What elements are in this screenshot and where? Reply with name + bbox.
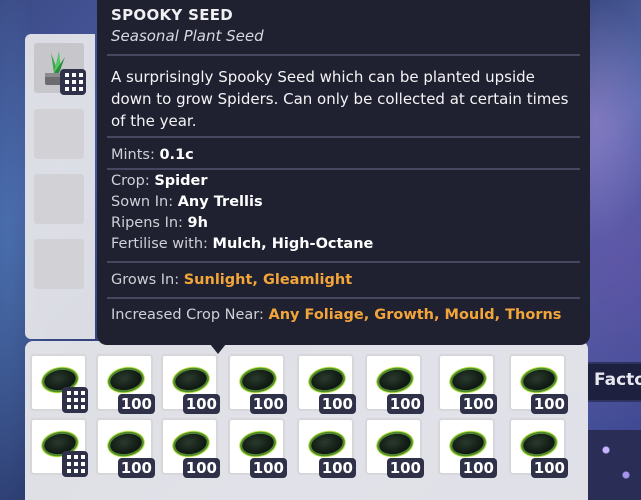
stack-count: 100 — [530, 458, 568, 478]
fertilise-label: Fertilise with: — [111, 236, 208, 252]
spooky-seed-icon — [521, 367, 557, 393]
stack-count: 100 — [182, 394, 220, 414]
grid-icon[interactable] — [62, 387, 88, 413]
tooltip-description: A surprisingly Spooky Seed which can be … — [111, 68, 569, 130]
side-slot-column — [25, 34, 95, 339]
side-slot-empty[interactable] — [34, 109, 84, 159]
side-slot-plant[interactable] — [34, 43, 86, 95]
crop-value: Spider — [154, 173, 208, 189]
spooky-seed-icon — [309, 367, 345, 393]
factory-sign: Facto — [586, 362, 641, 402]
divider — [107, 297, 580, 299]
stack-count: 100 — [249, 394, 287, 414]
increased-crop-value: Any Foliage, Growth, Mould, Thorns — [268, 307, 562, 323]
spooky-seed-icon — [450, 431, 486, 457]
inventory-slot[interactable]: 100 — [228, 418, 287, 478]
grows-row: Grows In: Sunlight, Gleamlight — [111, 272, 352, 288]
background-decoration — [586, 430, 641, 500]
stack-count: 100 — [386, 394, 424, 414]
inventory-slot[interactable]: 100 — [161, 354, 220, 414]
divider — [107, 261, 580, 263]
ripens-row: Ripens In: 9h — [111, 215, 208, 231]
inventory-slot[interactable] — [30, 354, 88, 413]
spooky-seed-icon — [108, 367, 144, 393]
inventory-slot[interactable]: 100 — [96, 418, 155, 478]
side-slot-empty[interactable] — [34, 174, 84, 224]
inventory-panel: 100 100 100 100 100 100 100 100 100 100 … — [25, 341, 588, 500]
sown-row: Sown In: Any Trellis — [111, 194, 263, 210]
divider — [107, 136, 580, 138]
ripens-label: Ripens In: — [111, 215, 183, 231]
increased-crop-label: Increased Crop Near: — [111, 307, 264, 323]
stack-count: 100 — [117, 394, 155, 414]
grid-icon[interactable] — [60, 69, 86, 95]
spooky-seed-icon — [108, 431, 144, 457]
item-tooltip: SPOOKY SEED Seasonal Plant Seed A surpri… — [97, 0, 590, 354]
inventory-slot[interactable]: 100 — [96, 354, 155, 414]
stack-count: 100 — [117, 458, 155, 478]
divider — [107, 54, 580, 56]
tooltip-arrow — [210, 344, 226, 354]
tooltip-title: SPOOKY SEED — [111, 6, 234, 24]
inventory-slot[interactable]: 100 — [509, 418, 568, 478]
inventory-slot[interactable]: 100 — [438, 418, 497, 478]
stack-count: 100 — [182, 458, 220, 478]
ripens-value: 9h — [187, 215, 208, 231]
spooky-seed-icon — [377, 431, 413, 457]
stack-count: 100 — [459, 394, 497, 414]
crop-row: Crop: Spider — [111, 173, 208, 189]
inventory-slot[interactable]: 100 — [161, 418, 220, 478]
inventory-slot[interactable]: 100 — [365, 418, 424, 478]
spooky-seed-icon — [377, 367, 413, 393]
crop-label: Crop: — [111, 173, 150, 189]
spooky-seed-icon — [173, 431, 209, 457]
inventory-slot[interactable]: 100 — [438, 354, 497, 414]
spooky-seed-icon — [240, 367, 276, 393]
mints-label: Mints: — [111, 147, 155, 163]
divider — [107, 168, 580, 170]
fertilise-value: Mulch, High-Octane — [212, 236, 374, 252]
mints-row: Mints: 0.1c — [111, 147, 194, 163]
mints-value: 0.1c — [159, 147, 194, 163]
spooky-seed-icon — [173, 367, 209, 393]
grows-value: Sunlight, Gleamlight — [183, 272, 353, 288]
spooky-seed-icon — [521, 431, 557, 457]
stack-count: 100 — [249, 458, 287, 478]
spooky-seed-icon — [240, 431, 276, 457]
sign-text: Facto — [594, 370, 641, 390]
stack-count: 100 — [386, 458, 424, 478]
stack-count: 100 — [318, 394, 356, 414]
inventory-slot[interactable]: 100 — [297, 418, 356, 478]
inventory-slot[interactable]: 100 — [297, 354, 356, 414]
fertilise-row: Fertilise with: Mulch, High-Octane — [111, 236, 373, 252]
stack-count: 100 — [459, 458, 497, 478]
sown-value: Any Trellis — [177, 194, 263, 210]
sown-label: Sown In: — [111, 194, 174, 210]
side-slot-empty[interactable] — [34, 239, 84, 289]
grid-icon[interactable] — [62, 451, 88, 477]
spooky-seed-icon — [450, 367, 486, 393]
stack-count: 100 — [530, 394, 568, 414]
inventory-slot[interactable] — [30, 418, 88, 477]
inventory-slot[interactable]: 100 — [365, 354, 424, 414]
increased-crop-row: Increased Crop Near: Any Foliage, Growth… — [111, 307, 561, 323]
inventory-slot[interactable]: 100 — [509, 354, 568, 414]
grows-label: Grows In: — [111, 272, 180, 288]
inventory-slot[interactable]: 100 — [228, 354, 287, 414]
tooltip-subtitle: Seasonal Plant Seed — [111, 27, 264, 45]
stack-count: 100 — [318, 458, 356, 478]
spooky-seed-icon — [309, 431, 345, 457]
